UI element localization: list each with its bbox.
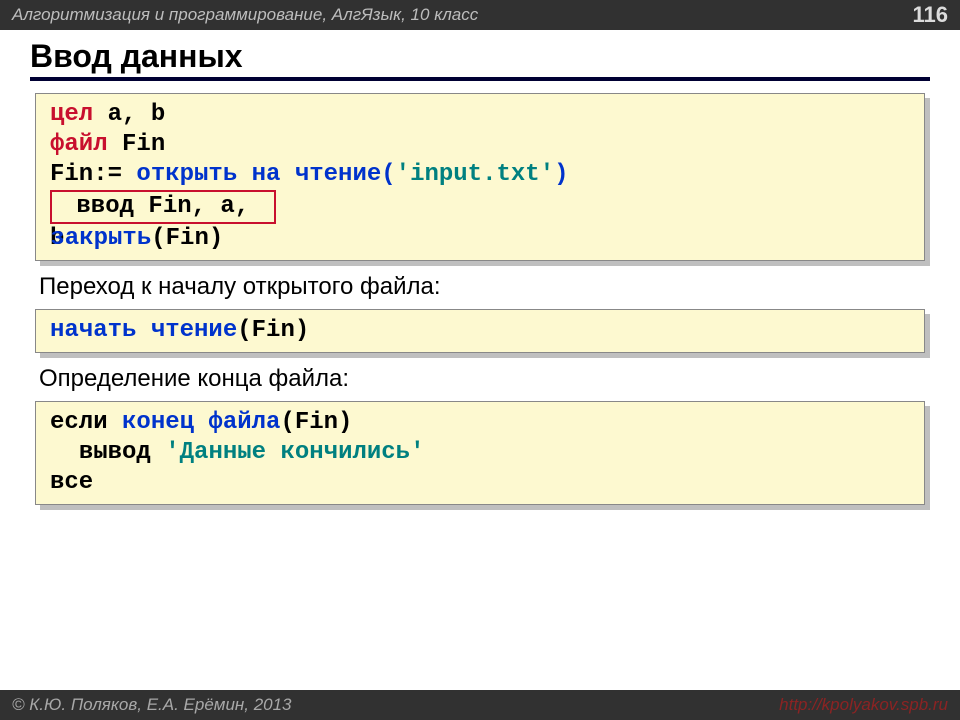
arg-fin-2: (Fin) <box>237 317 309 344</box>
fn-open-read: открыть на чтение( <box>122 161 396 188</box>
title-rule <box>30 77 930 81</box>
subheading-seek: Переход к началу открытого файла: <box>39 273 921 301</box>
keyword-file: файл <box>50 131 108 158</box>
fn-eof: конец файла <box>108 409 281 436</box>
code-block-2: начать чтение(Fin) <box>35 309 925 353</box>
subheading-eof: Определение конца файла: <box>39 365 921 393</box>
string-data-done: 'Данные кончились' <box>165 439 424 466</box>
string-input: 'input.txt' <box>396 161 554 188</box>
vars-ab: a, b <box>93 101 165 128</box>
keyword-output: вывод <box>50 439 165 466</box>
course-title: Алгоритмизация и программирование, АлгЯз… <box>12 5 478 25</box>
assign-fin: Fin:= <box>50 161 122 188</box>
keyword-all: все <box>50 469 93 496</box>
content-area: цел a, b файл Fin Fin:= открыть на чтени… <box>0 93 960 505</box>
fn-close: закрыть <box>50 225 151 252</box>
var-fin: Fin <box>108 131 166 158</box>
keyword-if: если <box>50 409 108 436</box>
slide-title: Ввод данных <box>30 38 930 75</box>
code-block-3: если конец файла(Fin) вывод 'Данные конч… <box>35 401 925 505</box>
keyword-int: цел <box>50 101 93 128</box>
header-bar: Алгоритмизация и программирование, АлгЯз… <box>0 0 960 30</box>
code-block-1: цел a, b файл Fin Fin:= открыть на чтени… <box>35 93 925 261</box>
highlighted-input-line: ввод Fin, a, <box>50 190 276 224</box>
footer-bar: © К.Ю. Поляков, Е.А. Ерёмин, 2013 http:/… <box>0 690 960 720</box>
arg-fin: (Fin) <box>151 225 223 252</box>
footer-authors: © К.Ю. Поляков, Е.А. Ерёмин, 2013 <box>12 695 292 715</box>
page-number: 116 <box>913 2 949 28</box>
paren-close: ) <box>554 161 568 188</box>
arg-fin-3: (Fin) <box>280 409 352 436</box>
fn-begin-read: начать чтение <box>50 317 237 344</box>
footer-url: http://kpolyakov.spb.ru <box>779 695 948 715</box>
